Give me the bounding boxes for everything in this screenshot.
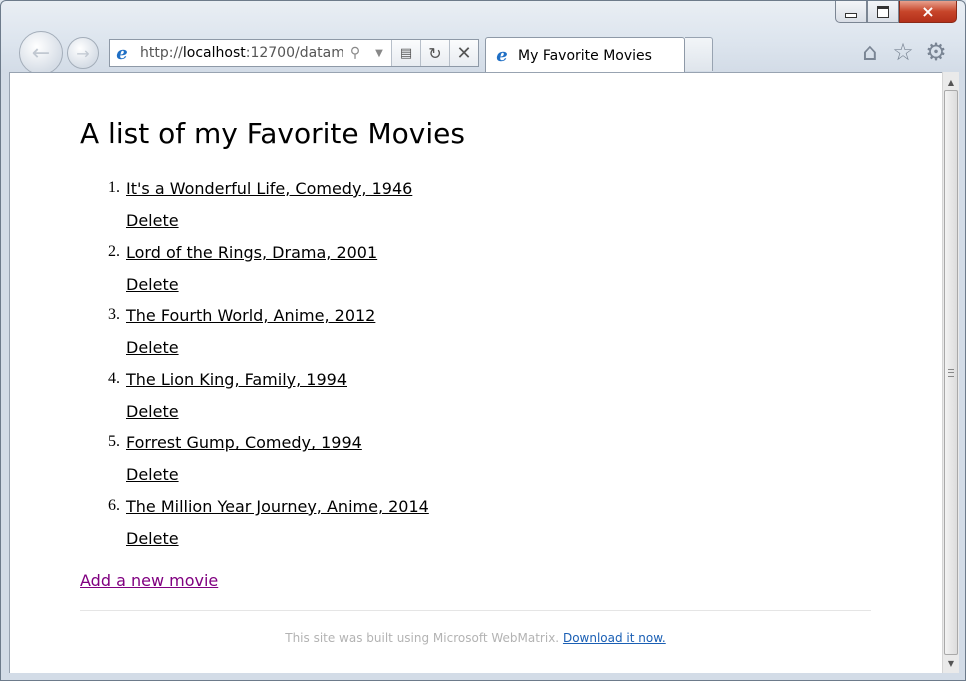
movie-link[interactable]: The Fourth World, Anime, 2012 <box>126 306 375 325</box>
list-number: 2. <box>108 242 120 260</box>
forward-arrow-icon: → <box>76 43 90 63</box>
favorites-star-icon[interactable]: ☆ <box>890 38 916 66</box>
home-icon[interactable]: ⌂ <box>857 38 883 66</box>
footer-text: This site was built using Microsoft WebM… <box>285 631 560 645</box>
scroll-thumb[interactable] <box>944 90 958 655</box>
minimize-button[interactable] <box>835 1 867 23</box>
url-host: localhost <box>182 45 246 61</box>
search-icon[interactable]: ⚲ <box>343 40 367 66</box>
add-movie-link[interactable]: Add a new movie <box>80 571 218 590</box>
delete-link[interactable]: Delete <box>126 338 179 357</box>
maximize-icon <box>877 5 889 18</box>
list-number: 4. <box>108 369 120 387</box>
compatibility-view-button[interactable]: ▤ <box>391 40 420 66</box>
back-button[interactable]: ← <box>19 31 63 75</box>
minimize-icon <box>845 13 857 18</box>
footer: This site was built using Microsoft WebM… <box>80 631 871 645</box>
movie-link[interactable]: Lord of the Rings, Drama, 2001 <box>126 243 377 262</box>
refresh-button[interactable]: ↻ <box>420 40 449 66</box>
delete-link[interactable]: Delete <box>126 211 179 230</box>
forward-button[interactable]: → <box>67 37 99 69</box>
url-scheme: http:// <box>140 45 183 61</box>
list-number: 3. <box>108 306 120 324</box>
delete-link[interactable]: Delete <box>126 465 179 484</box>
delete-link[interactable]: Delete <box>126 275 179 294</box>
stop-button[interactable]: ✕ <box>449 40 478 66</box>
delete-link[interactable]: Delete <box>126 529 179 548</box>
movie-link[interactable]: The Million Year Journey, Anime, 2014 <box>126 497 429 516</box>
tab-active[interactable]: e My Favorite Movies <box>485 37 685 73</box>
window-caption-buttons: × <box>835 1 957 23</box>
compatibility-view-icon: ▤ <box>399 45 413 61</box>
page-viewport: A list of my Favorite Movies 1. It's a W… <box>9 72 942 673</box>
movie-link[interactable]: It's a Wonderful Life, Comedy, 1946 <box>126 179 412 198</box>
list-number: 1. <box>108 179 120 196</box>
footer-divider <box>80 610 871 611</box>
vertical-scrollbar[interactable]: ▲ ▼ <box>942 72 959 673</box>
refresh-icon: ↻ <box>428 43 442 63</box>
dropdown-chevron-icon[interactable]: ▼ <box>367 40 391 66</box>
scroll-up-arrow-icon[interactable]: ▲ <box>943 74 959 90</box>
maximize-button[interactable] <box>867 1 899 23</box>
delete-link[interactable]: Delete <box>126 402 179 421</box>
tab-title: My Favorite Movies <box>518 47 652 64</box>
ie-logo-icon: e <box>116 42 128 64</box>
stop-icon: ✕ <box>456 42 472 64</box>
page-title: A list of my Favorite Movies <box>80 117 465 150</box>
new-tab-button[interactable] <box>685 37 713 71</box>
list-number: 6. <box>108 496 120 514</box>
movie-link[interactable]: Forrest Gump, Comedy, 1994 <box>126 433 362 452</box>
grip-icon <box>948 368 954 377</box>
movie-link[interactable]: The Lion King, Family, 1994 <box>126 370 347 389</box>
url-field[interactable]: http://localhost:12700/datam <box>134 40 343 66</box>
tab-ie-icon: e <box>496 45 508 66</box>
url-path: :12700/datam <box>245 45 343 61</box>
tools-gear-icon[interactable]: ⚙ <box>923 38 949 66</box>
back-arrow-icon: ← <box>31 40 51 66</box>
address-bar[interactable]: e http://localhost:12700/datam ⚲ ▼ ▤ ↻ ✕ <box>109 39 479 67</box>
download-link[interactable]: Download it now. <box>563 631 666 645</box>
close-window-button[interactable]: × <box>899 1 957 23</box>
browser-window: × ← → e http://localhost:12700/datam ⚲ ▼… <box>0 0 966 681</box>
scroll-down-arrow-icon[interactable]: ▼ <box>943 655 959 671</box>
close-icon: × <box>921 1 935 21</box>
list-number: 5. <box>108 433 120 451</box>
